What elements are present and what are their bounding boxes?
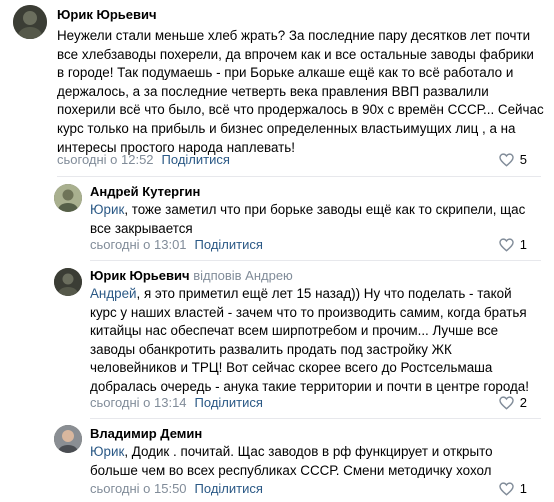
- like-button[interactable]: 2: [499, 395, 527, 411]
- mention-link[interactable]: Юрик: [90, 202, 124, 217]
- like-button[interactable]: 5: [499, 152, 527, 168]
- avatar[interactable]: [13, 5, 47, 39]
- mention-link[interactable]: Юрик: [90, 444, 124, 459]
- like-count: 1: [519, 481, 527, 496]
- comment-author[interactable]: Владимир Демин: [90, 426, 202, 442]
- text-fragment: , тоже заметил что при борьке заводы ещё…: [124, 202, 526, 217]
- text-line: человейников и ТРЦ! Вот сейчас скорее вс…: [90, 360, 493, 376]
- comment-author[interactable]: Андрей Кутергин: [90, 184, 200, 200]
- divider: [57, 176, 541, 177]
- comment-meta: сьогодні о 13:14 Поділитися: [90, 395, 263, 411]
- like-count: 5: [519, 152, 527, 167]
- like-button[interactable]: 1: [499, 481, 527, 497]
- avatar[interactable]: [54, 184, 82, 212]
- divider: [90, 418, 541, 419]
- share-button[interactable]: Поділитися: [195, 481, 263, 496]
- comment-meta: сьогодні о 12:52 Поділитися: [57, 152, 230, 168]
- text-line: больше чем во всех республиках СССР. Сме…: [90, 462, 492, 478]
- like-count: 1: [519, 237, 527, 252]
- author-name[interactable]: Юрик Юрьевич: [57, 7, 157, 22]
- comment-time[interactable]: сьогодні о 15:50: [90, 481, 187, 496]
- divider: [90, 260, 541, 261]
- text-fragment: , я это приметил ещё лет 15 назад)) Ну ч…: [136, 286, 512, 301]
- comment-time[interactable]: сьогодні о 12:52: [57, 152, 154, 167]
- reply-to-label[interactable]: відповів Андрею: [193, 268, 293, 283]
- text-line: Юрик, Додик . почитай. Щас заводов в рф …: [90, 443, 493, 462]
- comment-text: Неужели стали меньше хлеб жрать? За посл…: [57, 27, 544, 157]
- text-line: китайцы нас обеспечат всем ширпотребом и…: [90, 323, 499, 339]
- comment-author[interactable]: Юрик Юрьевич: [57, 7, 157, 23]
- text-line: похерили всё что было, всё что продержал…: [57, 102, 544, 118]
- heart-outline-icon: [499, 153, 514, 167]
- avatar[interactable]: [54, 425, 82, 453]
- author-name[interactable]: Юрик Юрьевич: [90, 268, 190, 283]
- comment-author: Юрик Юрьевич відповів Андрею: [90, 268, 293, 284]
- text-line: курс у наших властей - зачем что то прои…: [90, 304, 527, 320]
- comment-text: Юрик, Додик . почитай. Щас заводов в рф …: [90, 443, 493, 480]
- share-button[interactable]: Поділитися: [195, 395, 263, 410]
- comment-time[interactable]: сьогодні о 13:14: [90, 395, 187, 410]
- text-line: добралась очередь - анука такие территор…: [90, 378, 529, 394]
- heart-outline-icon: [499, 482, 514, 496]
- text-line: в городе! Так подумаешь - при Борьке алк…: [57, 65, 514, 81]
- comment-text: Андрей, я это приметил ещё лет 15 назад)…: [90, 285, 529, 397]
- like-button[interactable]: 1: [499, 237, 527, 253]
- comment-text: Юрик, тоже заметил что при борьке заводы…: [90, 201, 525, 238]
- text-line: Андрей, я это приметил ещё лет 15 назад)…: [90, 285, 529, 304]
- text-line: Юрик, тоже заметил что при борьке заводы…: [90, 201, 525, 220]
- comment-meta: сьогодні о 13:01 Поділитися: [90, 237, 263, 253]
- share-button[interactable]: Поділитися: [195, 237, 263, 252]
- text-line: все закрывается: [90, 220, 193, 236]
- heart-outline-icon: [499, 238, 514, 252]
- author-name[interactable]: Владимир Демин: [90, 426, 202, 441]
- like-count: 2: [519, 395, 527, 410]
- comment-time[interactable]: сьогодні о 13:01: [90, 237, 187, 252]
- avatar[interactable]: [54, 268, 82, 296]
- comment-meta: сьогодні о 15:50 Поділитися: [90, 481, 263, 497]
- text-line: курс только на прибыль и бизнес определе…: [57, 120, 516, 136]
- text-line: держалось, а за последние четверть века …: [57, 83, 489, 99]
- text-fragment: , Додик . почитай. Щас заводов в рф функ…: [124, 444, 493, 459]
- text-line: все хлебзаводы похерели, да впрочем как …: [57, 46, 534, 62]
- mention-link[interactable]: Андрей: [90, 286, 137, 301]
- share-button[interactable]: Поділитися: [162, 152, 230, 167]
- text-line: заводы обанкротить развалить продать под…: [90, 341, 452, 357]
- author-name[interactable]: Андрей Кутергин: [90, 184, 200, 199]
- heart-outline-icon: [499, 396, 514, 410]
- text-line: Неужели стали меньше хлеб жрать? За посл…: [57, 28, 531, 43]
